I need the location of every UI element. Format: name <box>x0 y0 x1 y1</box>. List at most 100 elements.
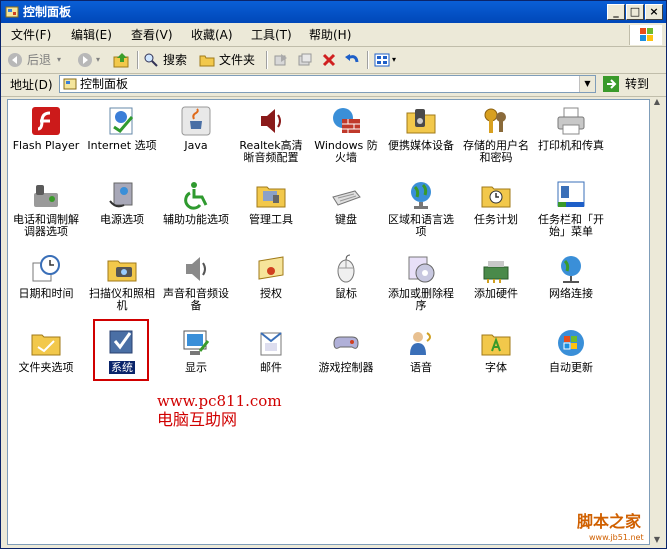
cp-item-label: Java <box>184 139 208 152</box>
cp-item-add-remove-programs[interactable]: 添加或删除程序 <box>386 253 456 312</box>
address-label: 地址(D) <box>10 78 53 92</box>
toolbar: 后退 ▾ ▾ 搜索 文件夹 ▾ <box>1 47 666 74</box>
folder-options-icon <box>31 334 61 356</box>
mouse-icon <box>337 254 355 283</box>
views-dropdown-icon[interactable]: ▾ <box>392 51 396 69</box>
cp-item-label: 辅助功能选项 <box>163 213 229 226</box>
cp-item-region-language[interactable]: 区域和语言选项 <box>386 179 456 238</box>
delete-icon[interactable] <box>321 51 337 69</box>
cp-item-flash-player[interactable]: Flash Player <box>11 105 81 152</box>
cp-item-license[interactable]: 授权 <box>236 253 306 300</box>
copy-to-icon[interactable] <box>297 51 313 69</box>
flash-icon <box>32 107 60 135</box>
cp-item-taskbar-start-menu[interactable]: 任务栏和「开始」菜单 <box>536 179 606 238</box>
search-button[interactable]: 搜索 <box>143 51 191 69</box>
cp-item-label: 打印机和传真 <box>538 139 604 152</box>
undo-icon[interactable] <box>344 51 360 69</box>
cp-item-printers-faxes[interactable]: 打印机和传真 <box>536 105 606 152</box>
cp-item-label: 存储的用户名和密码 <box>463 139 529 164</box>
cp-item-label: 网络连接 <box>549 287 593 300</box>
menu-file[interactable]: 文件(F) <box>11 28 51 42</box>
cp-item-label: Realtek高清晰音频配置 <box>239 139 303 164</box>
cp-item-power-options[interactable]: 电源选项 <box>87 179 157 226</box>
gamepad-icon <box>333 336 359 349</box>
control-panel-small-icon <box>63 78 77 90</box>
cp-item-keyboard[interactable]: 键盘 <box>311 179 381 226</box>
minimize-button[interactable]: _ <box>607 4 625 20</box>
cp-item-label: 电源选项 <box>100 213 144 226</box>
cp-item-stored-passwords[interactable]: 存储的用户名和密码 <box>461 105 531 164</box>
cp-item-label: Flash Player <box>12 139 80 152</box>
maximize-button[interactable]: □ <box>626 4 644 20</box>
mail-icon <box>260 332 282 356</box>
cp-item-label: 语音 <box>410 361 432 374</box>
cp-item-scheduled-tasks[interactable]: 任务计划 <box>461 179 531 226</box>
internet-options-icon <box>109 107 134 135</box>
cp-item-label: 邮件 <box>260 361 282 374</box>
back-dropdown-icon[interactable]: ▾ <box>57 51 61 69</box>
cp-item-admin-tools[interactable]: 管理工具 <box>236 179 306 226</box>
cp-item-windows-firewall[interactable]: Windows 防火墙 <box>311 105 381 164</box>
cp-item-phone-modem[interactable]: 电话和调制解调器选项 <box>11 179 81 238</box>
scanner-camera-icon <box>107 260 137 282</box>
menu-view[interactable]: 查看(V) <box>131 28 173 42</box>
folders-button[interactable]: 文件夹 <box>199 51 259 69</box>
menu-tools[interactable]: 工具(T) <box>251 28 292 42</box>
go-button[interactable]: 转到 <box>601 75 659 93</box>
scroll-down-icon[interactable]: ▼ <box>651 535 663 547</box>
up-button[interactable] <box>113 51 131 69</box>
close-button[interactable]: × <box>645 4 663 20</box>
cp-item-accessibility[interactable]: 辅助功能选项 <box>161 179 231 226</box>
forward-button[interactable]: ▾ <box>77 51 103 69</box>
toolbar-separator <box>266 51 268 69</box>
cp-item-label: Internet 选项 <box>87 139 157 152</box>
watermark-url: www.pc811.com <box>157 392 282 410</box>
cp-item-internet-options[interactable]: Internet 选项 <box>87 105 157 152</box>
cp-item-speech[interactable]: 语音 <box>386 327 456 374</box>
cp-item-game-controllers[interactable]: 游戏控制器 <box>311 327 381 374</box>
move-to-icon[interactable] <box>273 51 289 69</box>
back-button[interactable]: 后退 ▾ <box>7 51 67 69</box>
cp-item-automatic-updates[interactable]: 自动更新 <box>536 327 606 374</box>
address-input[interactable]: 控制面板 ▼ <box>59 75 596 93</box>
cp-item-sound-audio[interactable]: 声音和音频设备 <box>161 253 231 312</box>
cp-item-folder-options[interactable]: 文件夹选项 <box>11 327 81 374</box>
watermark-brand: 脚本之家 <box>577 512 642 531</box>
cp-item-realtek-audio[interactable]: Realtek高清晰音频配置 <box>236 105 306 164</box>
cp-item-label: 添加硬件 <box>474 287 518 300</box>
scroll-up-icon[interactable]: ▲ <box>651 97 663 109</box>
cp-item-label: 字体 <box>485 361 507 374</box>
cp-item-mail[interactable]: 邮件 <box>236 327 306 374</box>
speech-icon <box>410 332 431 355</box>
cp-item-portable-media[interactable]: 便携媒体设备 <box>386 105 456 152</box>
cp-item-label: 便携媒体设备 <box>388 139 454 152</box>
menu-help[interactable]: 帮助(H) <box>309 28 351 42</box>
cp-item-date-time[interactable]: 日期和时间 <box>11 253 81 300</box>
forward-dropdown-icon[interactable]: ▾ <box>96 51 100 69</box>
title-bar[interactable]: 控制面板 _ □ × <box>1 1 666 23</box>
cp-item-label: 添加或删除程序 <box>388 287 454 312</box>
menu-edit[interactable]: 编辑(E) <box>71 28 112 42</box>
back-label: 后退 <box>27 53 52 67</box>
address-dropdown-icon[interactable]: ▼ <box>579 76 595 92</box>
folder-up-icon <box>113 53 129 68</box>
cp-item-add-hardware[interactable]: 添加硬件 <box>461 253 531 300</box>
cp-item-label: Windows 防火墙 <box>314 139 378 164</box>
add-remove-icon <box>408 256 435 283</box>
search-label: 搜索 <box>163 53 188 67</box>
cp-item-network-connections[interactable]: 网络连接 <box>536 253 606 300</box>
cp-item-fonts[interactable]: 字体 <box>461 327 531 374</box>
search-icon <box>144 53 158 67</box>
cp-item-java[interactable]: Java <box>161 105 231 152</box>
menu-favorites[interactable]: 收藏(A) <box>191 28 233 42</box>
cp-item-mouse[interactable]: 鼠标 <box>311 253 381 300</box>
views-button[interactable]: ▾ <box>374 51 402 69</box>
control-panel-window: 控制面板 _ □ × 文件(F) 编辑(E) 查看(V) 收藏(A) 工具(T)… <box>0 0 667 549</box>
java-icon <box>181 106 211 136</box>
cp-item-scanners-cameras[interactable]: 扫描仪和照相机 <box>87 253 157 312</box>
highlight-box <box>93 319 149 381</box>
power-icon <box>109 182 133 208</box>
cp-item-label: 区域和语言选项 <box>388 213 454 238</box>
cp-item-display[interactable]: 显示 <box>161 327 231 374</box>
cp-item-label: 授权 <box>260 287 282 300</box>
